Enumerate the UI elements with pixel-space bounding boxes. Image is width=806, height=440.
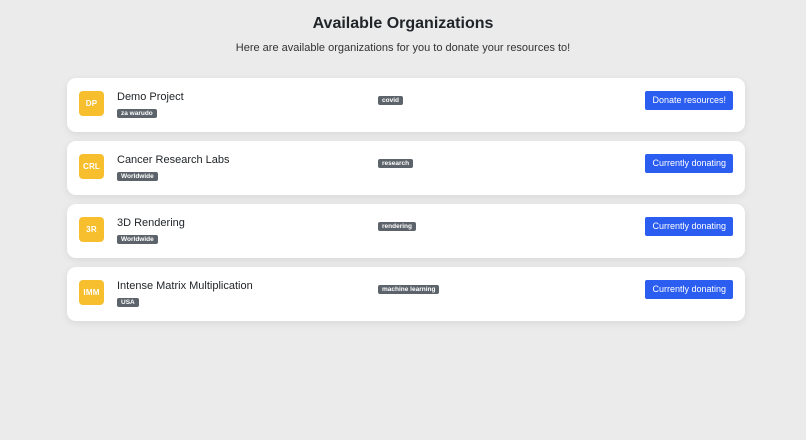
organization-card: DP Demo Project za warudo covid Donate r… [67,78,745,132]
organization-avatar: DP [79,91,104,116]
currently-donating-button[interactable]: Currently donating [645,154,733,173]
page: Available Organizations Here are availab… [0,0,806,440]
category-badge: rendering [378,222,416,231]
organization-avatar: CRL [79,154,104,179]
category-badge: machine learning [378,285,440,294]
currently-donating-button[interactable]: Currently donating [645,217,733,236]
organization-list: DP Demo Project za warudo covid Donate r… [67,78,745,330]
organization-name: Cancer Research Labs [117,154,230,166]
page-header: Available Organizations Here are availab… [0,0,806,55]
region-badge: Worldwide [117,172,158,181]
currently-donating-button[interactable]: Currently donating [645,280,733,299]
region-badge: Worldwide [117,235,158,244]
organization-name: Demo Project [117,91,184,103]
organization-card: CRL Cancer Research Labs Worldwide resea… [67,141,745,195]
region-badge: za warudo [117,109,157,118]
organization-name: 3D Rendering [117,217,185,229]
organization-name: Intense Matrix Multiplication [117,280,253,292]
page-subtitle: Here are available organizations for you… [235,42,571,54]
organization-card: IMM Intense Matrix Multiplication USA ma… [67,267,745,321]
page-title: Available Organizations [312,15,494,32]
donate-resources-button[interactable]: Donate resources! [645,91,733,110]
category-badge: research [378,159,414,168]
category-badge: covid [378,96,403,105]
region-badge: USA [117,298,139,307]
organization-card: 3R 3D Rendering Worldwide rendering Curr… [67,204,745,258]
organization-avatar: 3R [79,217,104,242]
organization-avatar: IMM [79,280,104,305]
